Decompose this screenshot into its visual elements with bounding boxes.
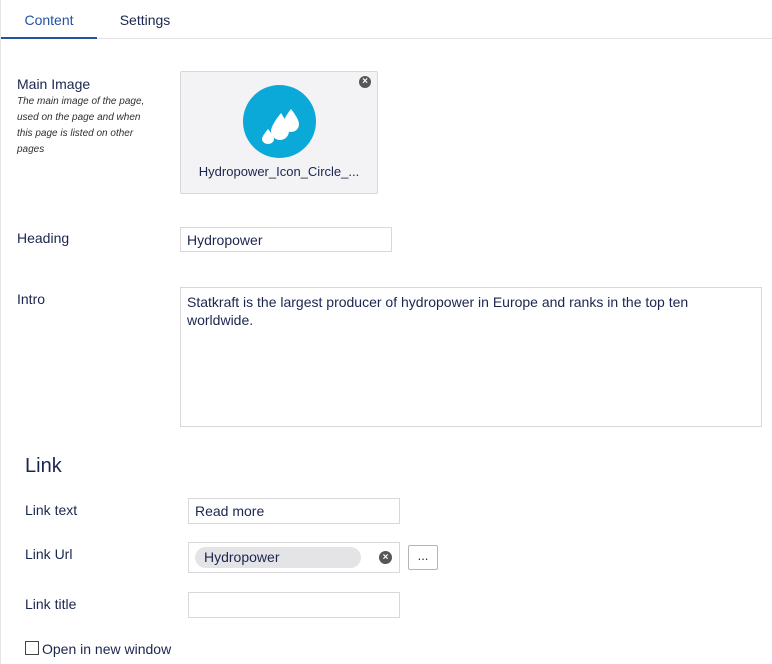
main-image-card[interactable]: × Hydropower_Icon_Circle_...: [180, 71, 378, 194]
link-text-label: Link text: [25, 502, 78, 518]
tab-bar: Content Settings: [1, 0, 772, 39]
remove-link-icon[interactable]: ×: [379, 551, 392, 564]
link-text-input[interactable]: [188, 498, 400, 524]
link-section-title: Link: [25, 455, 62, 477]
intro-textarea[interactable]: Statkraft is the largest producer of hyd…: [180, 287, 762, 427]
heading-label: Heading: [17, 230, 70, 246]
link-title-label: Link title: [25, 596, 77, 612]
left-border: [0, 0, 1, 664]
main-image-description: The main image of the page, used on the …: [17, 96, 145, 155]
remove-image-icon[interactable]: ×: [359, 76, 371, 88]
link-picker-button[interactable]: ...: [408, 545, 438, 570]
tab-content[interactable]: Content: [1, 0, 97, 39]
image-file-name: Hydropower_Icon_Circle_...: [198, 164, 360, 179]
content-editor: Content Settings Main Image The main ima…: [0, 0, 772, 664]
main-image-label: Main Image: [17, 76, 91, 92]
tab-settings[interactable]: Settings: [105, 0, 185, 38]
link-url-label: Link Url: [25, 546, 73, 562]
link-title-input[interactable]: [188, 592, 400, 618]
open-new-window-checkbox[interactable]: [25, 641, 39, 655]
link-url-field: Hydropower ×: [188, 542, 400, 573]
heading-input[interactable]: [180, 227, 392, 252]
link-url-tag[interactable]: Hydropower: [195, 547, 361, 568]
water-drops-icon: [243, 85, 316, 158]
intro-label: Intro: [17, 291, 46, 307]
open-new-window-label[interactable]: Open in new window: [42, 641, 171, 657]
